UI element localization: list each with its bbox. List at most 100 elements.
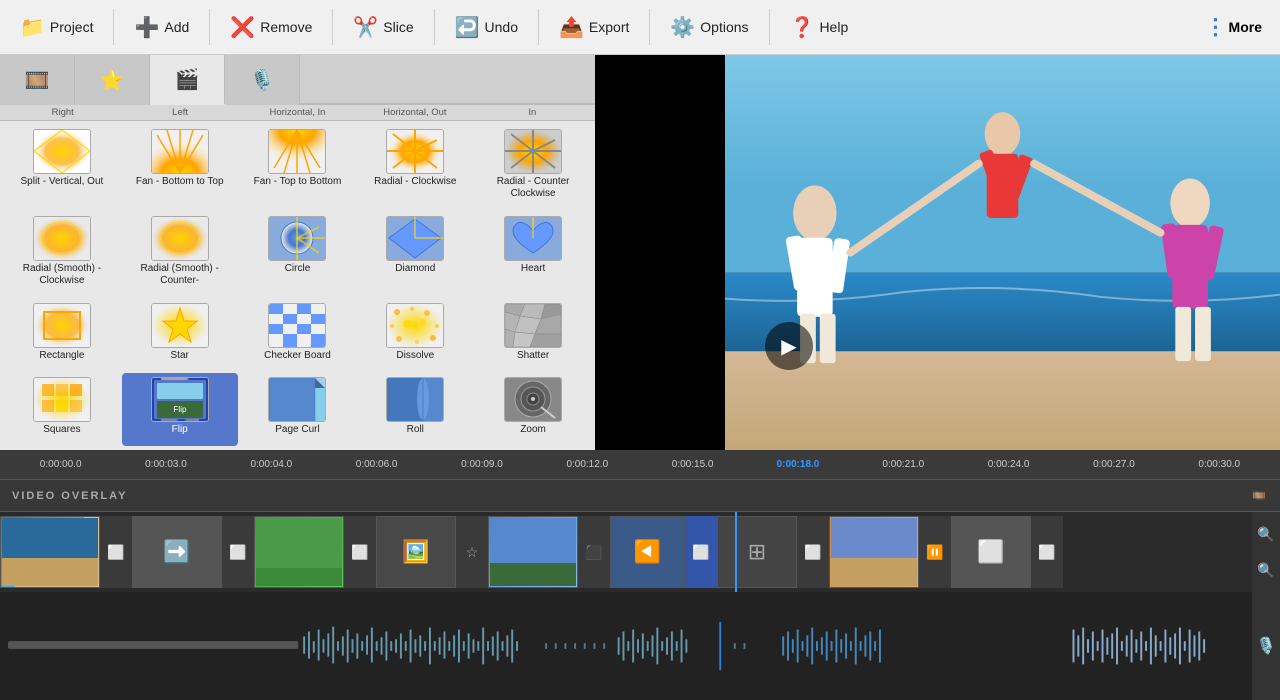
audio-track-mic: 🎙️	[1252, 592, 1280, 700]
transition-label-rectangle: Rectangle	[39, 350, 84, 362]
slice-icon: ✂️	[353, 15, 378, 40]
time-mark-4: 0:00:09.0	[429, 459, 534, 470]
transition-label-radial-ccw: Radial - Counter Clockwise	[477, 176, 589, 200]
project-icon: 📁	[20, 15, 45, 40]
toolbar: 📁 Project ➕ Add ❌ Remove ✂️ Slice ↩️ Und…	[0, 0, 1280, 55]
track-clip-7[interactable]: ⊞	[717, 516, 797, 588]
transition-star[interactable]: Star	[122, 299, 238, 372]
transition-roll[interactable]: Roll	[357, 373, 473, 446]
remove-icon: ❌	[230, 15, 255, 40]
more-dots-icon: ⋮	[1205, 14, 1225, 40]
add-button[interactable]: ➕ Add	[122, 9, 201, 46]
clip-thumb-2: ➡️	[133, 517, 221, 587]
toolbar-sep-4	[434, 9, 435, 45]
transition-dissolve[interactable]: Dissolve	[357, 299, 473, 372]
time-mark-1: 0:00:03.0	[113, 459, 218, 470]
video-track[interactable]: ⬜ ➡️ ⬜ ⬜ 🖼️ ☆ ⬛ ◀️ ⬜ ⊞ ⬜	[0, 512, 1280, 592]
track-clip-1[interactable]	[0, 516, 100, 588]
preview-panel: ▶	[595, 55, 1280, 450]
project-button[interactable]: 📁 Project	[8, 9, 105, 46]
tab-filmstrip[interactable]: 🎞️	[0, 55, 75, 105]
tab-transitions[interactable]: 🎬	[150, 55, 225, 105]
transition-radial-ccw[interactable]: Radial - Counter Clockwise	[475, 125, 591, 210]
clip-trans-7[interactable]: ⬜	[797, 516, 829, 588]
toolbar-sep-5	[538, 9, 539, 45]
clip-trans-6-active[interactable]: ⬜	[685, 516, 717, 588]
track-clip-9[interactable]: ⬜	[951, 516, 1031, 588]
transition-thumb-page-curl	[268, 377, 326, 422]
track-clip-6[interactable]: ◀️	[610, 516, 685, 588]
clip-thumb-1	[1, 517, 99, 587]
transition-circle[interactable]: Circle	[240, 212, 356, 297]
transition-label-split-v-out: Split - Vertical, Out	[20, 176, 103, 188]
transition-label-page-curl: Page Curl	[275, 424, 319, 436]
transition-diamond[interactable]: Diamond	[357, 212, 473, 297]
clip-trans-3[interactable]: ⬜	[344, 516, 376, 588]
time-mark-9: 0:00:24.0	[956, 459, 1061, 470]
filmstrip-icon: 🎞️	[1252, 489, 1268, 502]
time-mark-8: 0:00:21.0	[851, 459, 956, 470]
transition-radial-cw[interactable]: Radial - Clockwise	[357, 125, 473, 210]
toolbar-sep-2	[209, 9, 210, 45]
undo-button[interactable]: ↩️ Undo	[443, 9, 530, 46]
help-button[interactable]: ❓ Help	[778, 9, 861, 46]
export-button[interactable]: 📤 Export	[547, 9, 641, 46]
transition-thumb-zoom	[504, 377, 562, 422]
transition-radial-s-ccw[interactable]: Radial (Smooth) - Counter-	[122, 212, 238, 297]
transition-label-flip: Flip	[172, 424, 188, 436]
play-button[interactable]: ▶	[765, 322, 813, 370]
tab-favorites[interactable]: ⭐	[75, 55, 150, 105]
clip-trans-4[interactable]: ☆	[456, 516, 488, 588]
transition-checker[interactable]: Checker Board	[240, 299, 356, 372]
transition-thumb-radial-s-cw	[33, 216, 91, 261]
transition-zoom[interactable]: Zoom	[475, 373, 591, 446]
transition-squares[interactable]: Squares	[4, 373, 120, 446]
track-clip-2[interactable]: ➡️	[132, 516, 222, 588]
transition-thumb-roll	[386, 377, 444, 422]
transition-rectangle[interactable]: Rectangle	[4, 299, 120, 372]
audio-track: // Generated waveform bars	[0, 592, 1280, 700]
zoom-in-icon[interactable]: 🔍	[1257, 526, 1274, 543]
transitions-panel: 🎞️ ⭐ 🎬 🎙️ Right Left Horizontal, In Hori…	[0, 55, 595, 450]
transition-split-vertical-out[interactable]: Split - Vertical, Out	[4, 125, 120, 210]
transition-fan-t2b[interactable]: Fan - Top to Bottom	[240, 125, 356, 210]
svg-text:Flip: Flip	[173, 405, 186, 414]
remove-button[interactable]: ❌ Remove	[218, 9, 324, 46]
preview-scene	[725, 55, 1280, 450]
transition-thumb-radial-ccw	[504, 129, 562, 174]
clip-trans-9[interactable]: ⬜	[1031, 516, 1063, 588]
preview-svg	[725, 55, 1280, 450]
slice-button[interactable]: ✂️ Slice	[341, 9, 425, 46]
transition-label-zoom: Zoom	[520, 424, 546, 436]
transition-label-checker: Checker Board	[264, 350, 331, 362]
clip-trans-2[interactable]: ⬜	[222, 516, 254, 588]
clip-trans-5[interactable]: ⬛	[578, 516, 610, 588]
transition-radial-s-cw[interactable]: Radial (Smooth) - Clockwise	[4, 212, 120, 297]
track-clip-5[interactable]	[488, 516, 578, 588]
zoom-out-icon[interactable]: 🔍	[1257, 562, 1274, 579]
time-mark-11: 0:00:30.0	[1167, 459, 1272, 470]
preview-black-bar	[595, 55, 725, 450]
clip-trans-8[interactable]: ⏸️	[919, 516, 951, 588]
tab-audio[interactable]: 🎙️	[225, 55, 300, 105]
track-clip-3[interactable]	[254, 516, 344, 588]
track-clip-8[interactable]	[829, 516, 919, 588]
mic-icon: 🎙️	[1256, 636, 1276, 656]
transition-label-radial-s-cw: Radial (Smooth) - Clockwise	[6, 263, 118, 287]
transition-heart[interactable]: Heart	[475, 212, 591, 297]
transition-label-star: Star	[171, 350, 189, 362]
track-clip-4[interactable]: 🖼️	[376, 516, 456, 588]
transition-fan-b2t[interactable]: Fan - Bottom to Top	[122, 125, 238, 210]
clip-thumb-3	[255, 517, 343, 587]
time-mark-5: 0:00:12.0	[535, 459, 640, 470]
transition-shatter[interactable]: Shatter	[475, 299, 591, 372]
toolbar-sep-7	[769, 9, 770, 45]
transition-thumb-dissolve	[386, 303, 444, 348]
more-button[interactable]: ⋮ More	[1195, 8, 1272, 46]
transition-flip[interactable]: Flip Flip	[122, 373, 238, 446]
clip-trans-1[interactable]: ⬜	[100, 516, 132, 588]
options-button[interactable]: ⚙️ Options	[658, 9, 760, 46]
transition-label-squares: Squares	[43, 424, 80, 436]
transition-page-curl[interactable]: Page Curl	[240, 373, 356, 446]
col-header-h-in: Horizontal, In	[239, 105, 356, 120]
